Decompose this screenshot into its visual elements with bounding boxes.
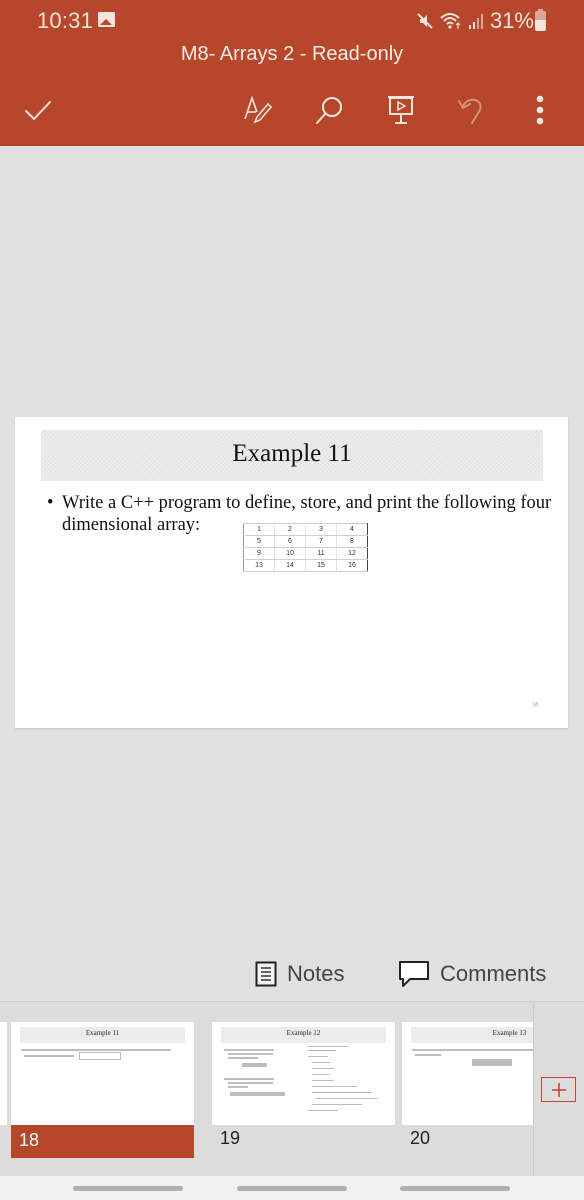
slide-page-number: 18: [532, 702, 538, 708]
nav-back-handle[interactable]: [400, 1186, 510, 1191]
thumbnail-preview: Example 11: [11, 1022, 194, 1125]
array-table-cell: 16: [336, 559, 368, 572]
array-table-cell: 9: [243, 547, 275, 560]
status-icons: 31%: [416, 8, 534, 34]
toolbar: [0, 88, 584, 136]
array-table-cell: 3: [305, 523, 337, 536]
array-table-cell: 12: [336, 547, 368, 560]
battery-icon: [535, 9, 546, 31]
thumbnail-slide-18[interactable]: Example 11 18: [11, 1022, 194, 1158]
thumbnail-number: 20: [410, 1128, 431, 1148]
comments-label: Comments: [440, 961, 547, 986]
array-table-cell: 15: [305, 559, 337, 572]
array-table-cell: 7: [305, 535, 337, 548]
nav-home-handle[interactable]: [237, 1186, 347, 1191]
comments-button[interactable]: Comments: [398, 952, 546, 996]
bullet-marker: •: [47, 493, 54, 513]
pen-draw-icon: [244, 95, 273, 124]
thumbnail-title: Example 12: [286, 1029, 321, 1037]
array-table-row: 9 10 11 12: [243, 547, 368, 560]
gallery-icon: [98, 12, 115, 27]
status-bar: 10:31 31%: [0, 0, 584, 40]
array-table-cell: 11: [305, 547, 337, 560]
array-table-cell: 10: [274, 547, 306, 560]
plus-icon: [551, 1082, 566, 1097]
array-table-cell: 13: [243, 559, 275, 572]
wifi-icon: [440, 13, 461, 29]
draw-button[interactable]: [236, 88, 280, 132]
array-table-row: 13 14 15 16: [243, 559, 368, 572]
thumbnail-partial-prev[interactable]: [0, 1022, 7, 1125]
strip-divider: [533, 1002, 534, 1177]
app-bar: 10:31 31% M8- Arrays 2 - Read-only: [0, 0, 584, 146]
slide-thumbnail-strip[interactable]: Example 11 18 Example 12 19 Example 13 2…: [0, 1001, 584, 1177]
thumbnail-preview: Example 13: [402, 1022, 533, 1125]
array-table-row: 5678: [243, 535, 368, 548]
status-time: 10:31: [37, 8, 94, 33]
present-button[interactable]: [379, 88, 423, 132]
notes-comments-bar: Notes Comments: [0, 952, 584, 998]
mute-icon: [417, 13, 433, 29]
array-table-cell: 4: [336, 523, 368, 536]
array-table: 1 2 3 4 5 6 7 8 9 10 11 12 13 14 15 16: [243, 523, 368, 572]
thumbnail-slide-19[interactable]: Example 12 19: [212, 1022, 395, 1148]
search-button[interactable]: [308, 88, 352, 132]
array-table-cell: 5: [243, 535, 275, 548]
slide-title-band: Example 11: [41, 430, 543, 481]
thumbnail-number: 19: [220, 1128, 241, 1148]
nav-recents-handle[interactable]: [73, 1186, 183, 1191]
array-table-cell: 1: [243, 523, 275, 536]
array-table-cell: 2: [274, 523, 306, 536]
notes-label: Notes: [287, 961, 345, 986]
array-table-cell: 14: [274, 559, 306, 572]
undo-button[interactable]: [450, 88, 494, 132]
undo-icon: [458, 98, 482, 124]
system-nav-bar: [0, 1176, 584, 1200]
thumbnail-preview: Example 12: [212, 1022, 395, 1125]
document-title: M8- Arrays 2 - Read-only: [180, 43, 404, 65]
checkmark-icon: [25, 101, 51, 121]
more-options-button[interactable]: [518, 88, 562, 132]
signal-icon: [468, 14, 483, 29]
thumbnail-title: Example 13: [492, 1029, 527, 1037]
battery-percent: 31%: [489, 8, 534, 33]
notes-icon: [255, 961, 277, 987]
notes-button[interactable]: Notes: [255, 952, 344, 996]
thumbnail-number: 18: [19, 1130, 40, 1150]
array-table-row: 1234: [243, 523, 368, 536]
add-slide-button[interactable]: [541, 1077, 576, 1102]
presentation-icon: [388, 96, 414, 124]
thumbnail-title: Example 11: [85, 1029, 120, 1037]
array-table-cell: 6: [274, 535, 306, 548]
done-button[interactable]: [16, 88, 60, 132]
slide-canvas[interactable]: Example 11 • Write a C++ program to defi…: [15, 417, 568, 728]
more-vertical-icon: [536, 95, 544, 125]
search-icon: [316, 97, 342, 124]
slide-title: Example 11: [232, 440, 352, 467]
array-table-cell: 8: [336, 535, 368, 548]
comment-icon: [399, 961, 429, 987]
